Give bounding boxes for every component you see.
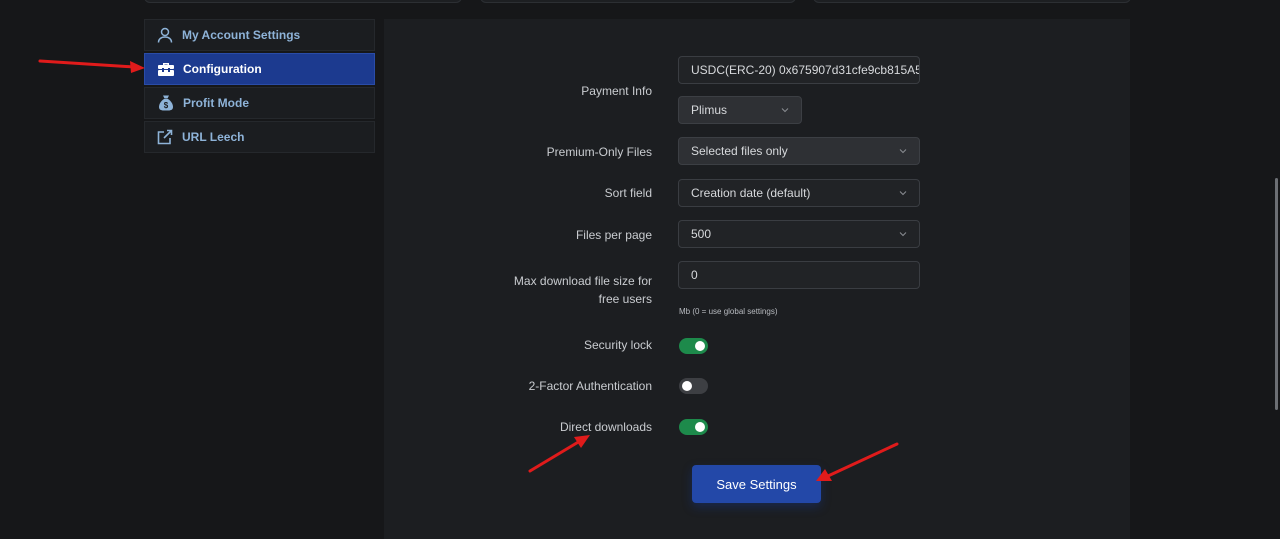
annotation-arrow-head: [130, 61, 145, 73]
annotation-arrow: [38, 59, 136, 69]
annotation-arrow: [528, 439, 582, 473]
annotation-arrows: [38, 59, 899, 481]
annotation-arrow: [826, 442, 899, 478]
